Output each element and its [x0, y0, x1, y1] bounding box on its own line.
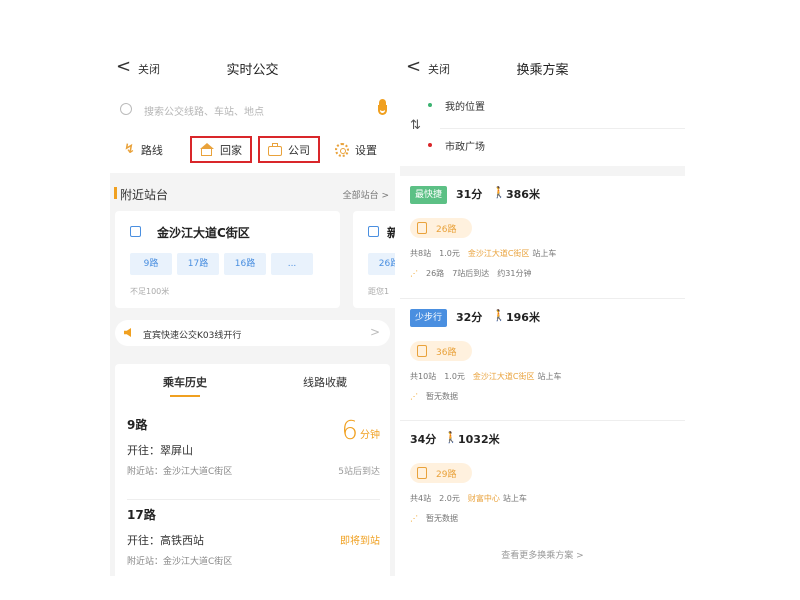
plan-info: 共10站 1.0元 金沙江大道C街区 站上车 — [410, 372, 562, 381]
search-bar[interactable]: 搜索公交线路、车站、地点 — [110, 91, 395, 128]
bus-stop-icon — [368, 226, 379, 237]
destination-dot — [428, 143, 432, 147]
nav-bar: < 关闭 实时公交 — [110, 46, 395, 91]
bus-icon — [417, 345, 427, 357]
company-button[interactable]: 公司 — [258, 136, 320, 163]
station-distance: 不足100米 — [130, 287, 170, 296]
plan-list: 最快捷 31分 🚶 386米 26路 共8站 1.0元 金沙江大道C街区 站上车 ⋰ 2… — [400, 176, 685, 576]
settings-button[interactable]: 设置 — [335, 136, 377, 163]
route-chip[interactable]: 26路 — [368, 253, 395, 275]
route-nearby-stop: 附近站：金沙江大道C街区 — [127, 557, 233, 567]
route-destination: 开往：高铁西站 — [127, 534, 204, 547]
bus-route-pill: 36路 — [410, 341, 472, 361]
tab-indicator — [170, 395, 200, 397]
arrival-minutes: 6 — [341, 416, 358, 446]
transfer-plan-screen: < 关闭 换乘方案 ⇅ 我的位置 市政广场 最快捷 31分 🚶 386米 26路… — [400, 46, 685, 576]
swap-icon[interactable]: ⇅ — [410, 118, 421, 133]
walk-icon: 🚶 — [492, 309, 506, 322]
search-input[interactable]: 搜索公交线路、车站、地点 — [144, 103, 264, 118]
plan-time: 34分 — [410, 433, 437, 446]
microphone-icon[interactable] — [377, 99, 387, 119]
all-stations-link[interactable]: 全部站台 > — [343, 188, 389, 201]
home-icon — [200, 142, 214, 157]
signal-icon: ⋰ — [410, 392, 418, 401]
tab-route-favorites[interactable]: 线路收藏 — [270, 374, 380, 390]
route-icon: ↯ — [124, 142, 135, 157]
origin-field[interactable]: 我的位置 — [445, 98, 485, 113]
briefcase-icon — [268, 142, 282, 157]
quick-actions: ↯ 路线 回家 公司 设置 — [110, 128, 395, 173]
station-distance: 距您1 — [368, 287, 390, 296]
search-icon — [120, 103, 132, 115]
bus-route-pill: 29路 — [410, 463, 472, 483]
route-destination: 开往：翠屏山 — [127, 444, 193, 457]
history-tabs: 乘车历史 线路收藏 — [115, 364, 390, 400]
location-box: ⇅ 我的位置 市政广场 — [400, 91, 685, 166]
notice-text: 宜宾快速公交K03线开行 — [143, 331, 242, 341]
walk-distance: 196米 — [506, 311, 540, 324]
walk-distance: 386米 — [506, 188, 540, 201]
gear-icon — [335, 142, 349, 157]
route-nearby-stop: 附近站：金沙江大道C街区 — [127, 467, 233, 477]
station-name: 金沙江大道C街区 — [157, 226, 250, 240]
page-title: 实时公交 — [226, 63, 279, 78]
home-button[interactable]: 回家 — [190, 136, 252, 163]
more-plans-link[interactable]: 查看更多换乘方案 > — [400, 548, 685, 561]
walk-distance: 1032米 — [458, 433, 500, 446]
page-title: 换乘方案 — [516, 63, 569, 78]
realtime-bus-screen: < 关闭 实时公交 搜索公交线路、车站、地点 ↯ 路线 回家 公司 设置 附近站… — [110, 46, 395, 576]
route-button[interactable]: ↯ 路线 — [124, 136, 163, 163]
signal-icon: ⋰ — [410, 514, 418, 523]
plan-item[interactable]: 少步行 32分 🚶 196米 36路 共10站 1.0元 金沙江大道C街区 站上车 ⋰… — [400, 298, 685, 418]
route-chip[interactable]: 17路 — [177, 253, 219, 275]
station-card[interactable]: 新 26路 距您1 — [353, 211, 395, 308]
route-name: 17路 — [127, 508, 156, 522]
plan-info: 共8站 1.0元 金沙江大道C街区 站上车 — [410, 249, 557, 258]
origin-dot — [428, 103, 432, 107]
chevron-right-icon: > — [369, 325, 380, 339]
history-card: 乘车历史 线路收藏 9路 开往：翠屏山 附近站：金沙江大道C街区 6 分钟 5站… — [115, 364, 390, 576]
plan-tag: 少步行 — [410, 309, 448, 327]
realtime-info: ⋰ 暂无数据 — [410, 392, 458, 401]
bus-stop-icon — [130, 226, 141, 237]
stops-remaining: 5站后到达 — [338, 467, 380, 477]
route-name: 9路 — [127, 418, 148, 432]
plan-info: 共4站 2.0元 财富中心 站上车 — [410, 494, 527, 503]
station-card[interactable]: 金沙江大道C街区 9路 17路 16路 ... 不足100米 — [115, 211, 340, 308]
nav-bar: < 关闭 换乘方案 — [400, 46, 685, 91]
plan-item[interactable]: 34分 🚶 1032米 29路 共4站 2.0元 财富中心 站上车 ⋰ 暂无数据 — [400, 420, 685, 540]
bus-icon — [417, 467, 427, 479]
history-route[interactable]: 17路 开往：高铁西站 附近站：金沙江大道C街区 即将到站 — [127, 499, 380, 576]
bus-route-pill: 26路 — [410, 218, 472, 238]
notice-bar[interactable]: 宜宾快速公交K03线开行 > — [115, 320, 390, 346]
arrival-status: 即将到站 — [340, 536, 380, 547]
divider — [440, 128, 685, 129]
history-route[interactable]: 9路 开往：翠屏山 附近站：金沙江大道C街区 6 分钟 5站后到达 — [127, 410, 380, 490]
route-chip[interactable]: 16路 — [224, 253, 266, 275]
nearby-title: 附近站台 — [120, 188, 169, 202]
arrival-unit: 分钟 — [360, 430, 380, 441]
route-chips: 9路 17路 16路 ... — [130, 253, 313, 275]
route-chips: 26路 — [368, 253, 395, 275]
plan-time: 32分 — [456, 311, 483, 324]
speaker-icon — [124, 328, 131, 337]
walk-icon: 🚶 — [444, 431, 458, 444]
route-chip[interactable]: 9路 — [130, 253, 172, 275]
nearby-header: 附近站台 全部站台 > — [110, 181, 395, 206]
plan-time: 31分 — [456, 188, 483, 201]
tab-ride-history[interactable]: 乘车历史 — [130, 374, 240, 390]
plan-tag: 最快捷 — [410, 186, 448, 204]
bus-icon — [417, 222, 427, 234]
signal-icon: ⋰ — [410, 269, 418, 278]
walk-icon: 🚶 — [492, 186, 506, 199]
realtime-info: ⋰ 26路 7站后到达 约31分钟 — [410, 269, 532, 278]
section-accent — [114, 187, 117, 199]
more-chip[interactable]: ... — [271, 253, 313, 275]
destination-field[interactable]: 市政广场 — [445, 138, 485, 153]
station-name: 新 — [387, 226, 395, 240]
realtime-info: ⋰ 暂无数据 — [410, 514, 458, 523]
plan-item[interactable]: 最快捷 31分 🚶 386米 26路 共8站 1.0元 金沙江大道C街区 站上车 ⋰ 2… — [400, 176, 685, 296]
